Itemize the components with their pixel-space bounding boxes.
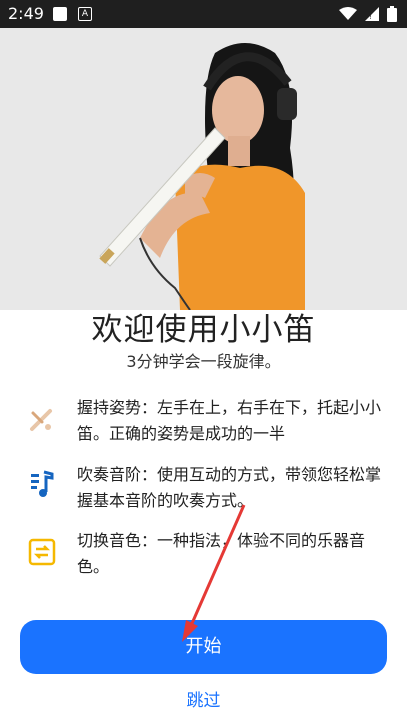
- status-time: 2:49: [8, 4, 44, 23]
- feature-timbre-text: 切换音色：一种指法，体验不同的乐器音色。: [77, 531, 366, 576]
- status-icons: !: [339, 6, 397, 22]
- signal-icon: !: [365, 7, 379, 21]
- notification-icon: [53, 7, 67, 21]
- feature-scale-text: 吹奏音阶：使用互动的方式，带领您轻松掌握基本音阶的吹奏方式。: [77, 465, 382, 510]
- music-note-icon: [28, 470, 56, 498]
- feature-grip-text: 握持姿势：左手在上，右手在下，托起小小笛。正确的姿势是成功的一半: [77, 398, 382, 443]
- start-button[interactable]: 开始: [20, 620, 387, 674]
- switch-icon: [28, 538, 56, 566]
- svg-text:!: !: [369, 13, 372, 21]
- status-bar: 2:49 A !: [0, 0, 407, 28]
- notification-letter-icon: A: [78, 7, 92, 21]
- page-subtitle: 3分钟学会一段旋律。: [126, 352, 281, 371]
- hero-image: [0, 28, 407, 310]
- flute-player-illustration: [0, 28, 407, 310]
- wifi-icon: [339, 7, 357, 20]
- skip-link[interactable]: 跳过: [0, 686, 407, 711]
- battery-icon: [387, 6, 397, 22]
- flute-icon: [28, 405, 56, 433]
- page-title: 欢迎使用小小笛: [91, 312, 316, 348]
